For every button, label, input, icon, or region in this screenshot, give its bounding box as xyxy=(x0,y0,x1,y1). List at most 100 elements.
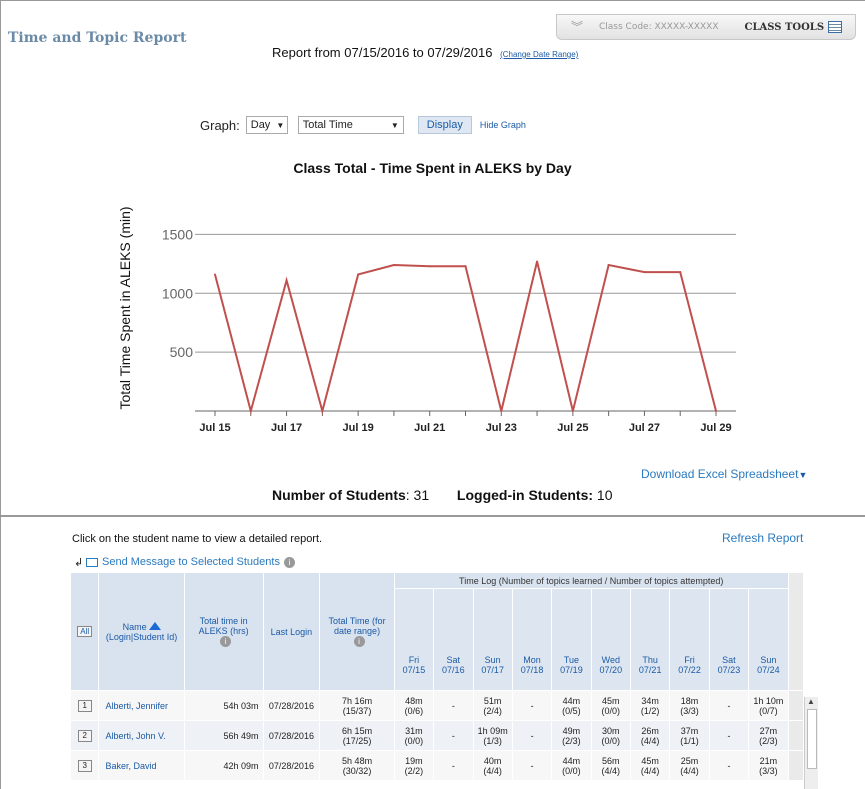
click-note: Click on the student name to view a deta… xyxy=(72,533,323,545)
time-log-topics: (4/4) xyxy=(483,765,502,776)
students-value: : 31 xyxy=(405,487,430,503)
table-row: 2 Alberti, John V. 56h 49m 07/28/2016 6h 15m… xyxy=(69,720,805,751)
x-tick-label: Jul 17 xyxy=(271,422,302,434)
refresh-report-link[interactable]: Refresh Report xyxy=(722,531,803,545)
logged-value: 10 xyxy=(593,487,613,503)
day-dow: Sat xyxy=(446,654,461,665)
time-log-cell: 30m (0/0) xyxy=(590,720,632,751)
day-header[interactable]: Mon 07/18 xyxy=(511,588,553,691)
y-tick-label: 1500 xyxy=(162,226,193,242)
last-login-header[interactable]: Last Login xyxy=(262,572,321,691)
metric-select[interactable]: Total Time ▼ xyxy=(297,116,404,134)
time-log-time: - xyxy=(451,700,455,711)
time-log-time: - xyxy=(727,760,731,771)
data-point xyxy=(643,271,646,274)
x-tick-label: Jul 23 xyxy=(486,422,517,434)
hide-graph-link[interactable]: Hide Graph xyxy=(480,120,526,130)
time-log-cell: 37m (1/1) xyxy=(669,720,710,751)
period-value: Day xyxy=(250,119,271,131)
student-name-link[interactable]: Alberti, Jennifer xyxy=(98,690,185,721)
student-name-link[interactable]: Alberti, John V. xyxy=(98,720,185,751)
time-log-topics: (0/6) xyxy=(404,705,424,716)
day-dow: Sat xyxy=(722,654,736,665)
graph-label: Graph: xyxy=(200,117,240,133)
time-log-topics: (0/0) xyxy=(601,735,621,746)
time-log-time: - xyxy=(451,730,455,741)
time-log-time: 21m xyxy=(759,755,778,766)
time-log-topics: (0/0) xyxy=(562,765,581,776)
info-icon[interactable]: i xyxy=(353,636,365,647)
series-line xyxy=(214,261,717,415)
student-stats: Number of Students: 31 Logged-in Student… xyxy=(272,487,612,503)
time-log-time: 30m xyxy=(602,725,620,736)
day-dow: Fri xyxy=(408,654,420,665)
row-select-checkbox[interactable]: 1 xyxy=(77,699,92,712)
total-time-header[interactable]: Total time in ALEKS (hrs) i xyxy=(183,572,264,691)
change-date-range-link[interactable]: (Change Date Range) xyxy=(500,50,578,59)
total-range-header[interactable]: Total Time (for date range) i xyxy=(319,572,395,691)
scroll-gutter xyxy=(787,690,805,721)
time-log-topics: (3/3) xyxy=(680,705,699,716)
range-time: 6h 15m xyxy=(342,725,373,736)
time-log-topics: (2/4) xyxy=(483,705,502,716)
display-button[interactable]: Display xyxy=(417,116,472,134)
day-dow: Thu xyxy=(642,654,658,665)
class-tools-tab[interactable]: ︾ Class Code: XXXXX-XXXXX CLASS TOOLS xyxy=(556,14,856,40)
send-message-link[interactable]: Send Message to Selected Students i xyxy=(86,556,295,568)
time-log-cell: - xyxy=(511,690,553,721)
notepad-icon[interactable] xyxy=(828,21,843,33)
day-header[interactable]: Wed 07/20 xyxy=(590,588,632,691)
day-header[interactable]: Sun 07/24 xyxy=(748,588,789,691)
name-header[interactable]: Name (Login|Student Id) xyxy=(98,572,185,691)
x-tick-label: Jul 19 xyxy=(343,422,374,434)
time-log-header: Time Log (Number of topics learned / Num… xyxy=(393,572,789,589)
day-header[interactable]: Sat 07/23 xyxy=(708,588,750,691)
class-tools-button[interactable]: CLASS TOOLS xyxy=(744,22,824,33)
student-name-link[interactable]: Baker, David xyxy=(98,750,185,781)
info-icon[interactable]: i xyxy=(283,556,295,568)
time-log-cell: 1h 09m (1/3) xyxy=(472,720,513,751)
time-log-cell: 25m (4/4) xyxy=(669,750,710,781)
scrollbar-thumb[interactable] xyxy=(807,709,817,769)
time-log-time: - xyxy=(727,730,731,741)
time-log-topics: (1/3) xyxy=(483,735,502,746)
time-log-time: 34m xyxy=(641,695,659,706)
time-log-time: - xyxy=(727,700,731,711)
download-excel-link[interactable]: Download Excel Spreadsheet▼ xyxy=(641,467,807,481)
time-log-time: 1h 09m xyxy=(477,725,508,736)
dropdown-arrow-icon: ▼ xyxy=(390,120,399,130)
scroll-up-icon[interactable]: ▲ xyxy=(807,697,815,706)
day-header[interactable]: Sat 07/16 xyxy=(433,588,474,691)
row-select-checkbox[interactable]: 2 xyxy=(77,729,92,742)
day-header[interactable]: Fri 07/15 xyxy=(393,588,435,691)
day-header[interactable]: Sun 07/17 xyxy=(472,588,513,691)
time-log-cell: 19m (2/2) xyxy=(393,750,435,781)
time-log-topics: (4/4) xyxy=(640,735,660,746)
time-log-time: 31m xyxy=(405,725,423,736)
chart-title: Class Total - Time Spent in ALEKS by Day xyxy=(293,160,572,176)
row-select-checkbox[interactable]: 3 xyxy=(77,759,92,772)
day-dow: Sun xyxy=(484,654,501,665)
chevron-down-icon[interactable]: ︾ xyxy=(565,21,589,33)
name-header-label: Name xyxy=(122,621,147,632)
last-login-cell: 07/28/2016 xyxy=(262,750,321,781)
range-time: 5h 48m xyxy=(342,755,373,766)
info-icon[interactable]: i xyxy=(220,636,232,647)
time-log-time: 51m xyxy=(483,695,502,706)
table-scrollbar[interactable]: ▲ xyxy=(804,697,818,789)
time-log-time: 26m xyxy=(641,725,659,736)
total-time-cell: 54h 03m xyxy=(183,690,264,721)
range-time-cell: 7h 16m (15/37) xyxy=(319,690,395,721)
x-tick-label: Jul 27 xyxy=(629,422,660,434)
row-number-cell: 1 xyxy=(69,690,100,721)
day-dow: Wed xyxy=(601,654,620,665)
time-log-time: 37m xyxy=(680,725,699,736)
last-login-cell: 07/28/2016 xyxy=(262,690,321,721)
select-all-button[interactable]: All xyxy=(77,626,93,637)
data-point xyxy=(357,273,360,276)
send-message-label: Send Message to Selected Students xyxy=(102,556,280,568)
day-header[interactable]: Fri 07/22 xyxy=(669,588,710,691)
day-header[interactable]: Thu 07/21 xyxy=(629,588,671,691)
period-select[interactable]: Day ▼ xyxy=(245,116,288,134)
day-header[interactable]: Tue 07/19 xyxy=(551,588,592,691)
